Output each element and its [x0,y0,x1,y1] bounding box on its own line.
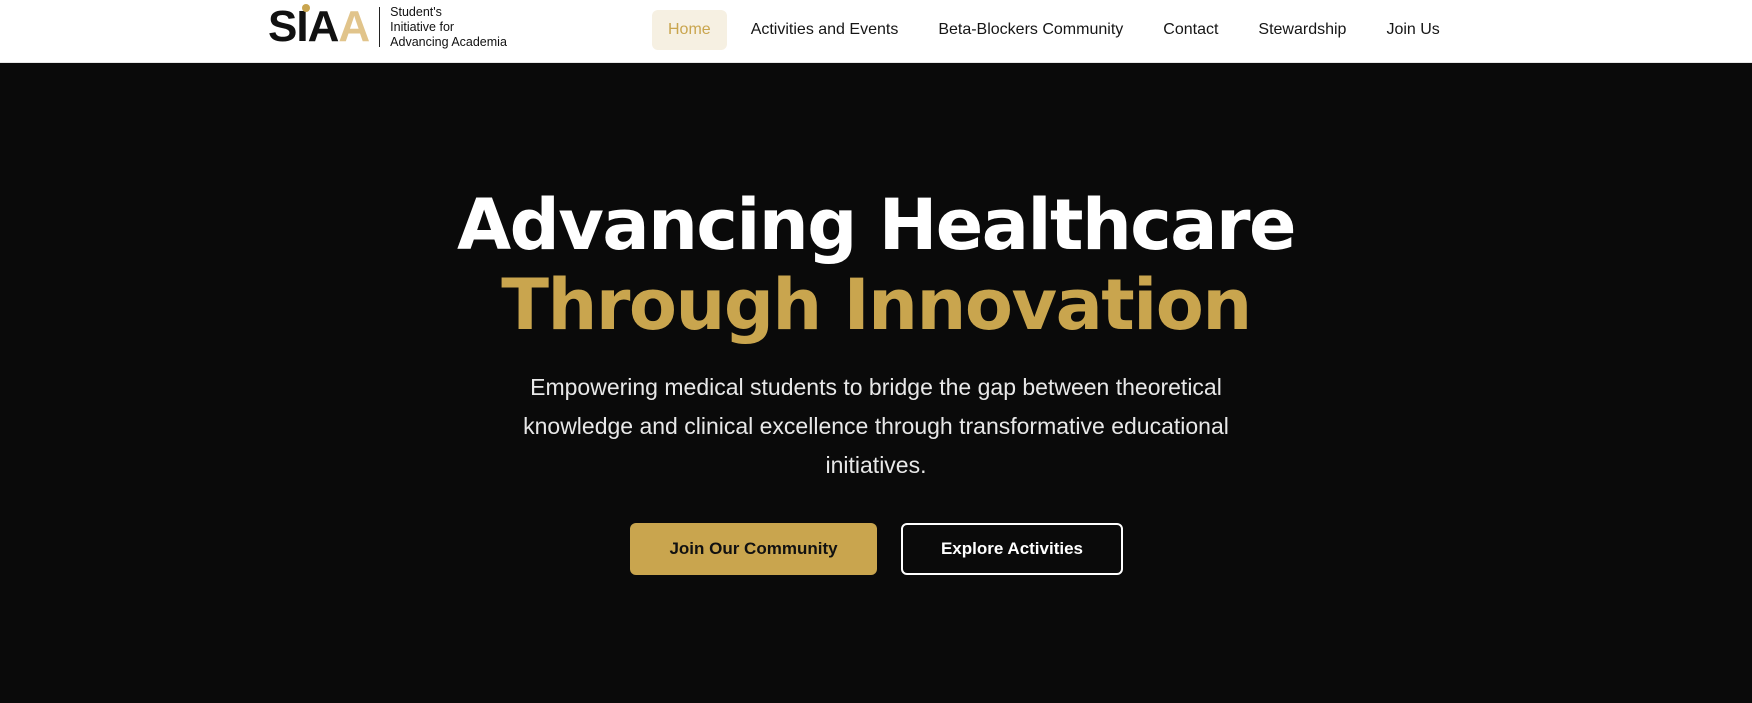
logo-wordmark: Student's Initiative for Advancing Acade… [390,5,507,50]
hero-section: Advancing Healthcare Through Innovation … [0,63,1752,703]
join-our-community-button[interactable]: Join Our Community [630,523,877,575]
hero-title-line-1: Advancing Healthcare [456,184,1297,266]
main-nav: Home Activities and Events Beta-Blockers… [652,10,1464,50]
logo-letter-s: S [268,2,297,51]
nav-item-contact[interactable]: Contact [1147,10,1234,50]
hero-subtitle: Empowering medical students to bridge th… [523,374,1229,478]
nav-item-home[interactable]: Home [652,10,727,50]
nav-item-activities-and-events[interactable]: Activities and Events [735,10,915,50]
hero-title: Advancing Healthcare Through Innovation [0,185,1752,345]
explore-activities-button[interactable]: Explore Activities [901,523,1123,575]
logo-dot-icon [302,4,310,12]
nav-item-stewardship[interactable]: Stewardship [1242,10,1362,50]
hero-actions: Join Our Community Explore Activities [630,523,1123,575]
site-header: S I A A Student's Initiative for Advanci… [0,0,1752,63]
logo-text-line-2: Initiative for [390,19,455,34]
logo-text-line-1: Student's [390,4,442,19]
logo-letter-a: A [307,2,340,51]
logo-mark: S I A A [268,2,370,51]
nav-item-beta-blockers-community[interactable]: Beta-Blockers Community [922,10,1139,50]
logo[interactable]: S I A A Student's Initiative for Advanci… [268,2,507,51]
logo-divider [379,7,381,47]
hero-title-line-2: Through Innovation [501,264,1252,346]
logo-text-line-3: Advancing Academia [390,34,507,49]
logo-letter-a-accent: A [338,2,370,51]
logo-letter-i: I [296,2,308,51]
nav-item-join-us[interactable]: Join Us [1370,10,1455,50]
